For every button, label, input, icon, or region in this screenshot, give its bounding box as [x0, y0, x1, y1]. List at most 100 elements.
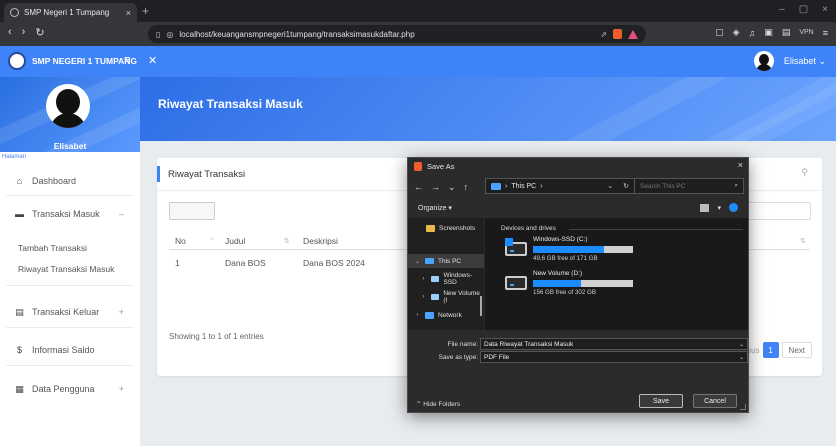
sidebar-item-transaksi-keluar[interactable]: ▤ Transaksi Keluar +: [0, 301, 140, 323]
chevron-down-icon[interactable]: ▾: [717, 204, 721, 212]
menu-icon[interactable]: ≡: [823, 28, 828, 38]
forward-arrow-icon[interactable]: →: [431, 182, 440, 193]
folder-icon: [426, 224, 435, 232]
chevron-down-icon[interactable]: ⌄: [739, 341, 744, 348]
col-header-judul[interactable]: Judul: [225, 236, 245, 246]
back-arrow-icon[interactable]: ←: [414, 182, 423, 193]
sidebar-subitem-riwayat-transaksi-masuk[interactable]: Riwayat Transaksi Masuk: [18, 264, 114, 274]
sidebar-item-data-pengguna[interactable]: ▦ Data Pengguna +: [0, 378, 140, 400]
tools-icon[interactable]: ✕: [148, 54, 157, 67]
file-name-label: File name:: [447, 340, 478, 348]
organize-menu[interactable]: Organize ▾: [418, 204, 452, 212]
view-icon[interactable]: [700, 203, 710, 212]
browser-nav: ‹ › ↻: [8, 26, 45, 39]
media-icon[interactable]: ♫: [749, 28, 756, 38]
chevron-down-icon[interactable]: ⌄: [739, 354, 744, 361]
dialog-path-bar[interactable]: › This PC › ⌄ ↻: [485, 178, 635, 194]
address-bar-row: ‹ › ↻ ▯ ◎ localhost/keuangansmpnegeri1tu…: [0, 22, 836, 46]
chevron-down-icon[interactable]: ⌄: [607, 182, 613, 190]
section-label: Halaman: [2, 154, 27, 160]
extension-icon[interactable]: ▢: [715, 27, 724, 38]
up-arrow-icon[interactable]: ↑: [464, 182, 469, 193]
help-icon[interactable]: [729, 203, 738, 212]
file-name-row: File name: Data Riwayat Transaksi Masuk …: [408, 338, 748, 350]
inbox-icon: ▬: [15, 209, 24, 219]
dialog-search-input[interactable]: Search This PC ⌕: [634, 178, 744, 194]
save-type-select[interactable]: PDF File ⌄: [480, 351, 748, 363]
tab-manager-icon[interactable]: ▤: [782, 27, 791, 38]
next-button[interactable]: Next: [781, 342, 812, 358]
chevron-right-icon[interactable]: ›: [420, 294, 427, 300]
user-menu[interactable]: Elisabet ⌄: [784, 56, 826, 67]
forward-icon[interactable]: ›: [22, 26, 26, 39]
chevron-down-icon: ▾: [448, 205, 452, 212]
sidebar-item-informasi-saldo[interactable]: $ Informasi Saldo: [0, 339, 140, 361]
nav-item-network[interactable]: › Network: [408, 308, 484, 322]
sort-icon[interactable]: ⇅: [800, 237, 806, 245]
dialog-close-button[interactable]: ×: [738, 160, 743, 170]
users-icon: ▦: [15, 383, 24, 394]
dialog-toolbar: Organize ▾ ▾: [408, 200, 748, 216]
tab-favicon-icon: [10, 8, 19, 17]
drive-item[interactable]: Windows-SSD (C:) 49,6 GB free of 171 GB: [505, 236, 655, 266]
sort-icon[interactable]: ⌃: [209, 237, 215, 245]
drive-icon: [505, 276, 527, 290]
sidebar-divider: [6, 327, 134, 328]
user-avatar[interactable]: [754, 51, 774, 71]
site-info-icon[interactable]: ◎: [166, 30, 173, 39]
maximize-button[interactable]: ▢: [799, 4, 808, 15]
hide-folders-button[interactable]: ⌃ Hide Folders: [416, 400, 460, 408]
resize-handle[interactable]: [740, 404, 746, 410]
minimize-button[interactable]: –: [779, 4, 785, 15]
brave-app-icon: [414, 161, 422, 171]
sidebar-divider: [6, 285, 134, 286]
nav-item-screenshots[interactable]: Screenshots: [408, 221, 484, 235]
share-icon[interactable]: ⇗: [600, 30, 607, 39]
collapse-icon: –: [118, 209, 124, 219]
bookmark-icon[interactable]: ▯: [156, 30, 160, 39]
nav-scrollbar[interactable]: [480, 296, 482, 316]
nav-item-new-volume[interactable]: › New Volume (I: [408, 290, 484, 304]
file-name-input[interactable]: Data Riwayat Transaksi Masuk ⌄: [480, 338, 748, 350]
chevron-down-icon[interactable]: ⌄: [414, 258, 421, 265]
sidebar-toggle-icon[interactable]: ▣: [764, 27, 773, 38]
save-type-row: Save as type: PDF File ⌄: [408, 351, 748, 363]
col-header-deskripsi[interactable]: Deskripsi: [303, 236, 338, 246]
reload-icon[interactable]: ↻: [35, 26, 44, 39]
nav-item-this-pc[interactable]: ⌄ This PC: [408, 254, 484, 268]
save-button[interactable]: Save: [639, 394, 683, 408]
omni-right-icons: ⇗: [600, 29, 638, 39]
sidebar-item-label: Dashboard: [32, 176, 77, 186]
col-header-no[interactable]: No: [175, 236, 186, 246]
window-close-button[interactable]: ×: [822, 4, 828, 15]
dialog-title-bar: Save As ×: [408, 158, 748, 174]
sidebar-item-dashboard[interactable]: ⌂ Dashboard: [0, 170, 140, 192]
page-button-current[interactable]: 1: [762, 342, 779, 358]
nav-item-windows-ssd[interactable]: › Windows-SSD: [408, 272, 484, 286]
refresh-icon[interactable]: ↻: [623, 182, 629, 190]
sort-icon[interactable]: ⇅: [284, 237, 290, 245]
computer-icon: [491, 182, 501, 190]
sidebar-item-transaksi-masuk[interactable]: ▬ Transaksi Masuk –: [0, 203, 140, 225]
add-button[interactable]: [169, 202, 215, 220]
back-icon[interactable]: ‹: [8, 26, 12, 39]
chevron-right-icon[interactable]: ›: [414, 312, 421, 318]
drive-item[interactable]: New Volume (D:) 156 GB free of 302 GB: [505, 270, 655, 300]
browser-tab[interactable]: SMP Negeri 1 Tumpang ×: [4, 3, 137, 22]
brave-rewards-icon[interactable]: [628, 29, 638, 39]
sidebar-subitem-tambah-transaksi[interactable]: Tambah Transaksi: [18, 243, 87, 253]
url-bar[interactable]: ▯ ◎ localhost/keuangansmpnegeri1tumpang/…: [148, 25, 646, 43]
save-as-dialog: Save As × ← → ⌄ ↑ › This PC › ⌄ ↻ Search…: [407, 157, 749, 413]
vpn-button[interactable]: VPN: [799, 29, 813, 36]
new-tab-button[interactable]: +: [142, 4, 149, 18]
hamburger-icon[interactable]: ≡: [124, 54, 130, 66]
wallet-icon[interactable]: ◈: [733, 27, 740, 38]
tab-close-icon[interactable]: ×: [126, 8, 131, 18]
cancel-button[interactable]: Cancel: [693, 394, 737, 408]
brave-shield-icon[interactable]: [613, 29, 622, 39]
chevron-down-icon[interactable]: ⌄: [448, 182, 456, 193]
search-input[interactable]: [745, 202, 811, 220]
search-icon: ⌕: [734, 182, 738, 189]
chevron-right-icon[interactable]: ›: [420, 276, 427, 282]
pin-icon[interactable]: ⚲: [801, 167, 808, 178]
